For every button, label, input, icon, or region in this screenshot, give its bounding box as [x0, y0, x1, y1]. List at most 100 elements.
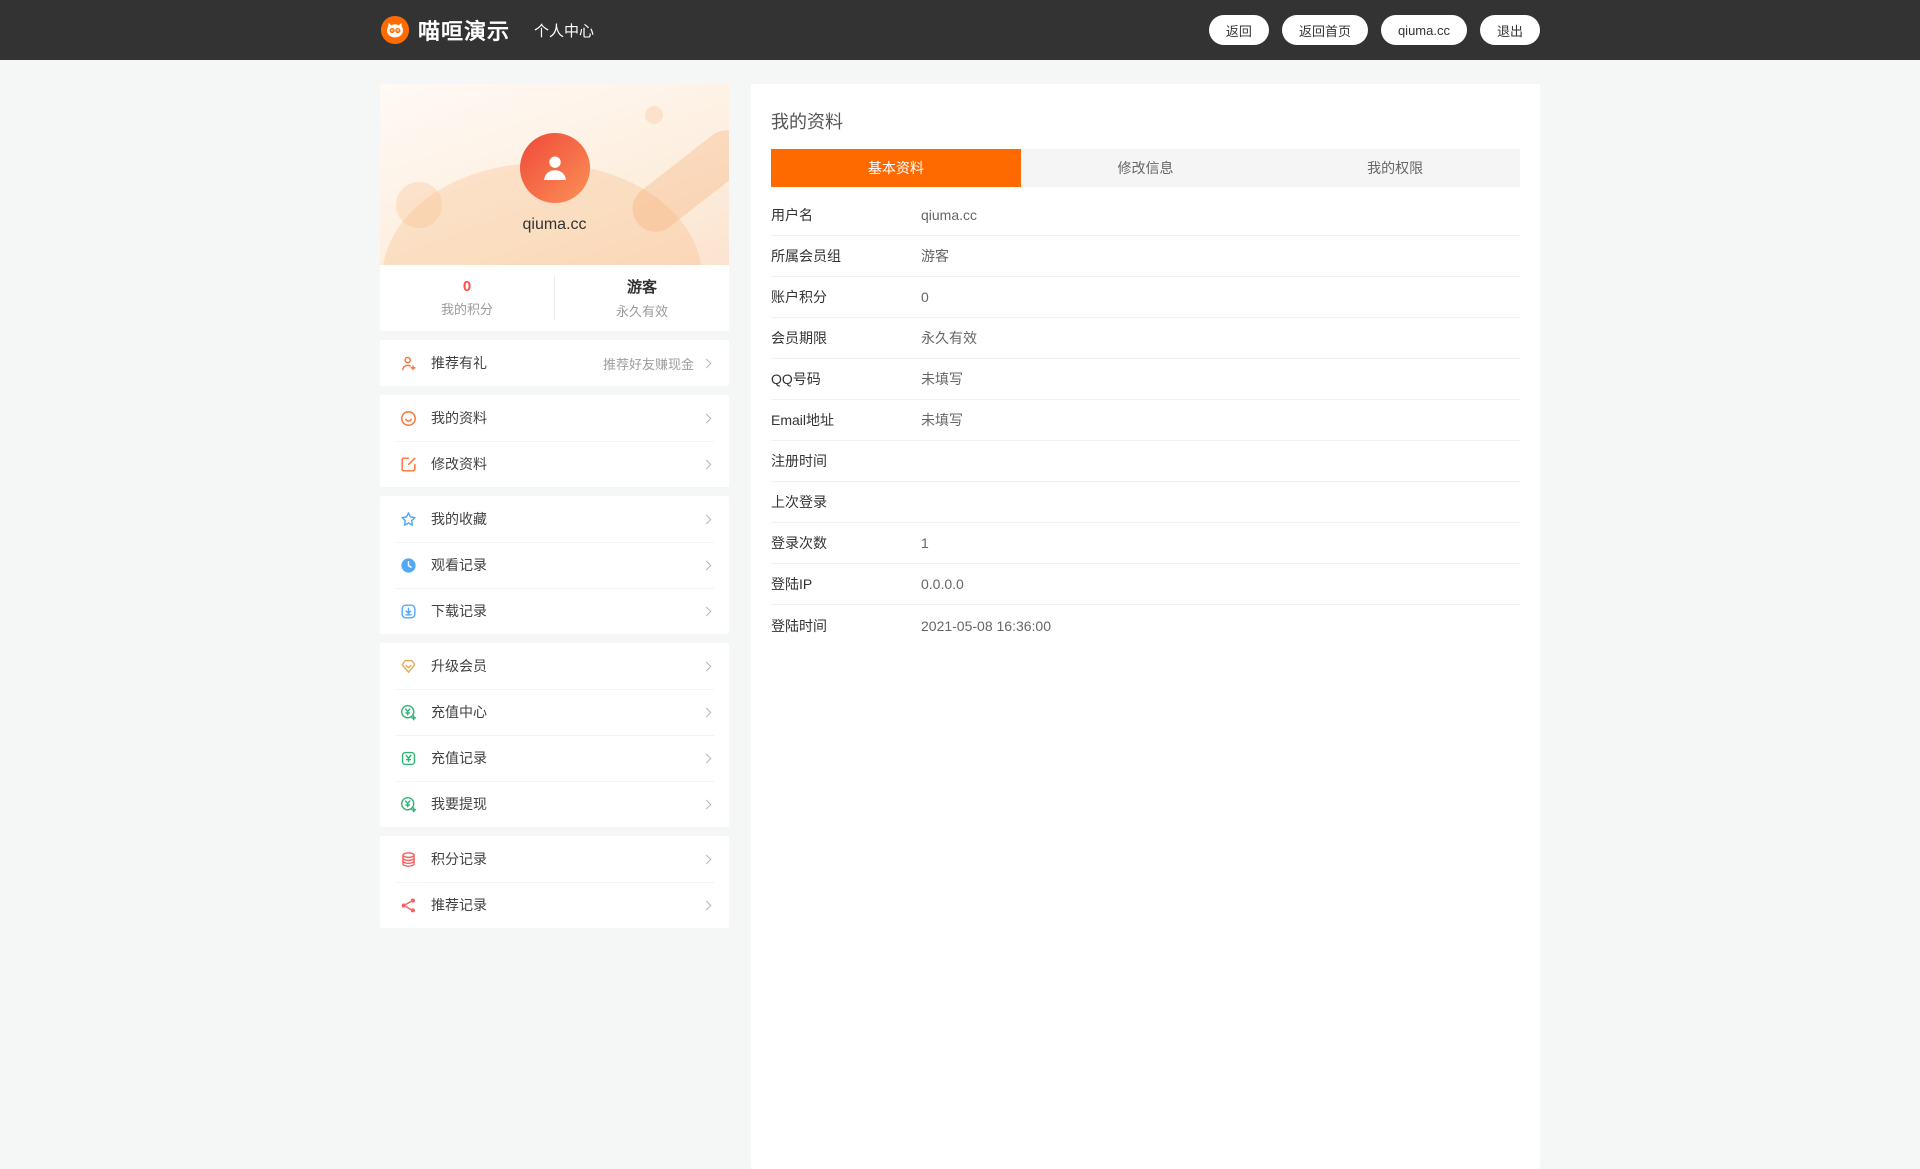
sidebar-item-watch-history[interactable]: 观看记录 [380, 542, 729, 588]
logout-button[interactable]: 退出 [1479, 15, 1540, 45]
menu-group-profile: 我的资料 修改资料 [380, 395, 729, 487]
chevron-right-icon [701, 799, 712, 809]
sidebar-item-download-history[interactable]: 下载记录 [380, 588, 729, 634]
avatar [519, 133, 590, 203]
yen-circle-plus-icon [399, 703, 418, 722]
decor-blob [645, 106, 663, 124]
table-row-register-time: 注册时间 [771, 441, 1520, 482]
chevron-right-icon [701, 514, 712, 524]
row-label: 用户名 [771, 207, 813, 223]
row-value: 未填写 [921, 371, 963, 387]
share-icon [399, 896, 418, 915]
sidebar-item-label: 我的资料 [431, 410, 487, 426]
stat-points-label: 我的积分 [440, 302, 493, 317]
stat-membership-label: 永久有效 [615, 304, 668, 319]
tab-basic-info[interactable]: 基本资料 [771, 149, 1021, 187]
cat-logo-icon [380, 15, 410, 45]
table-row-member-group: 所属会员组 游客 [771, 236, 1520, 277]
chevron-right-icon [701, 358, 712, 368]
smiley-icon [399, 409, 418, 428]
sidebar-item-recharge-record[interactable]: 充值记录 [380, 735, 729, 781]
sidebar-item-label: 积分记录 [431, 851, 487, 867]
referral-extra-text: 推荐好友赚现金 [602, 356, 694, 372]
yen-withdraw-icon [399, 795, 418, 814]
menu-group-money: 升级会员 充值中心 充值记录 我要提现 [380, 643, 729, 827]
sidebar: qiuma.cc 0 我的积分 游客 永久有效 推荐有礼 推荐好友赚现金 我的资… [380, 84, 729, 928]
table-row-email: Email地址 未填写 [771, 400, 1520, 441]
table-row-login-ip: 登陆IP 0.0.0.0 [771, 564, 1520, 605]
stat-membership-value: 游客 [626, 279, 657, 296]
username-button[interactable]: qiuma.cc [1380, 15, 1467, 45]
row-value: 永久有效 [921, 330, 977, 346]
chevron-right-icon [701, 900, 712, 910]
table-row-member-term: 会员期限 永久有效 [771, 318, 1520, 359]
gem-icon [399, 657, 418, 676]
stat-points: 0 我的积分 [380, 278, 554, 318]
profile-info-table: 用户名 qiuma.cc 所属会员组 游客 账户积分 0 会员期限 永久有效 Q… [771, 195, 1520, 646]
sidebar-item-label: 充值记录 [431, 750, 487, 766]
sidebar-item-label: 我的收藏 [431, 511, 487, 527]
decor-blob [396, 182, 442, 228]
table-row-username: 用户名 qiuma.cc [771, 195, 1520, 236]
sidebar-item-my-profile[interactable]: 我的资料 [380, 395, 729, 441]
sidebar-item-label: 推荐有礼 [431, 355, 487, 371]
profile-username: qiuma.cc [522, 216, 587, 233]
row-label: QQ号码 [771, 371, 821, 387]
back-button[interactable]: 返回 [1208, 15, 1269, 45]
row-label: 注册时间 [771, 453, 827, 469]
row-label: 账户积分 [771, 289, 827, 305]
edit-icon [399, 455, 418, 474]
row-label: 登录次数 [771, 535, 827, 551]
tab-bar: 基本资料 修改信息 我的权限 [771, 149, 1521, 187]
table-row-account-points: 账户积分 0 [771, 277, 1520, 318]
row-value: 0 [921, 289, 929, 305]
tab-my-permissions[interactable]: 我的权限 [1270, 149, 1521, 187]
row-value: qiuma.cc [921, 207, 978, 223]
menu-group-records: 积分记录 推荐记录 [380, 836, 729, 928]
top-navbar: 喵咺演示 个人中心 返回 返回首页 qiuma.cc 退出 [0, 0, 1920, 60]
download-icon [399, 602, 418, 621]
row-value: 2021-05-08 16:36:00 [921, 617, 1051, 634]
chevron-right-icon [701, 560, 712, 570]
sidebar-item-label: 下载记录 [431, 603, 487, 619]
row-value: 未填写 [921, 412, 963, 428]
sidebar-item-upgrade-member[interactable]: 升级会员 [380, 643, 729, 689]
sidebar-item-label: 我要提现 [431, 796, 487, 812]
yen-square-icon [399, 749, 418, 768]
sidebar-item-recharge-center[interactable]: 充值中心 [380, 689, 729, 735]
brand-name: 喵咺演示 [418, 19, 511, 44]
row-value: 游客 [921, 248, 949, 264]
table-row-login-count: 登录次数 1 [771, 523, 1520, 564]
tab-edit-info[interactable]: 修改信息 [1020, 149, 1271, 187]
sidebar-item-referral-bonus[interactable]: 推荐有礼 推荐好友赚现金 [380, 340, 729, 386]
row-label: 登陆IP [771, 576, 813, 592]
person-add-icon [399, 354, 418, 373]
nav-link-user-center[interactable]: 个人中心 [534, 20, 594, 41]
row-value: 1 [921, 535, 929, 551]
profile-card: qiuma.cc 0 我的积分 游客 永久有效 [380, 84, 729, 331]
stat-membership: 游客 永久有效 [554, 276, 729, 320]
chevron-right-icon [701, 753, 712, 763]
star-icon [399, 510, 418, 529]
sidebar-item-points-record[interactable]: 积分记录 [380, 836, 729, 882]
page-title: 我的资料 [771, 112, 843, 132]
chevron-right-icon [701, 413, 712, 423]
sidebar-item-label: 充值中心 [431, 704, 487, 720]
sidebar-item-favorites[interactable]: 我的收藏 [380, 496, 729, 542]
database-icon [399, 850, 418, 869]
row-label: Email地址 [771, 412, 835, 428]
menu-group-referral: 推荐有礼 推荐好友赚现金 [380, 340, 729, 386]
clock-icon [399, 556, 418, 575]
sidebar-item-edit-profile[interactable]: 修改资料 [380, 441, 729, 487]
table-row-qq: QQ号码 未填写 [771, 359, 1520, 400]
chevron-right-icon [701, 661, 712, 671]
row-label: 所属会员组 [771, 248, 841, 264]
table-row-login-time: 登陆时间 2021-05-08 16:36:00 [771, 605, 1520, 646]
sidebar-item-label: 升级会员 [431, 658, 487, 674]
user-icon [543, 156, 566, 181]
brand-logo[interactable]: 喵咺演示 [380, 14, 510, 46]
sidebar-item-referral-record[interactable]: 推荐记录 [380, 882, 729, 928]
sidebar-item-label: 推荐记录 [431, 897, 487, 913]
back-home-button[interactable]: 返回首页 [1281, 15, 1368, 45]
sidebar-item-withdraw[interactable]: 我要提现 [380, 781, 729, 827]
